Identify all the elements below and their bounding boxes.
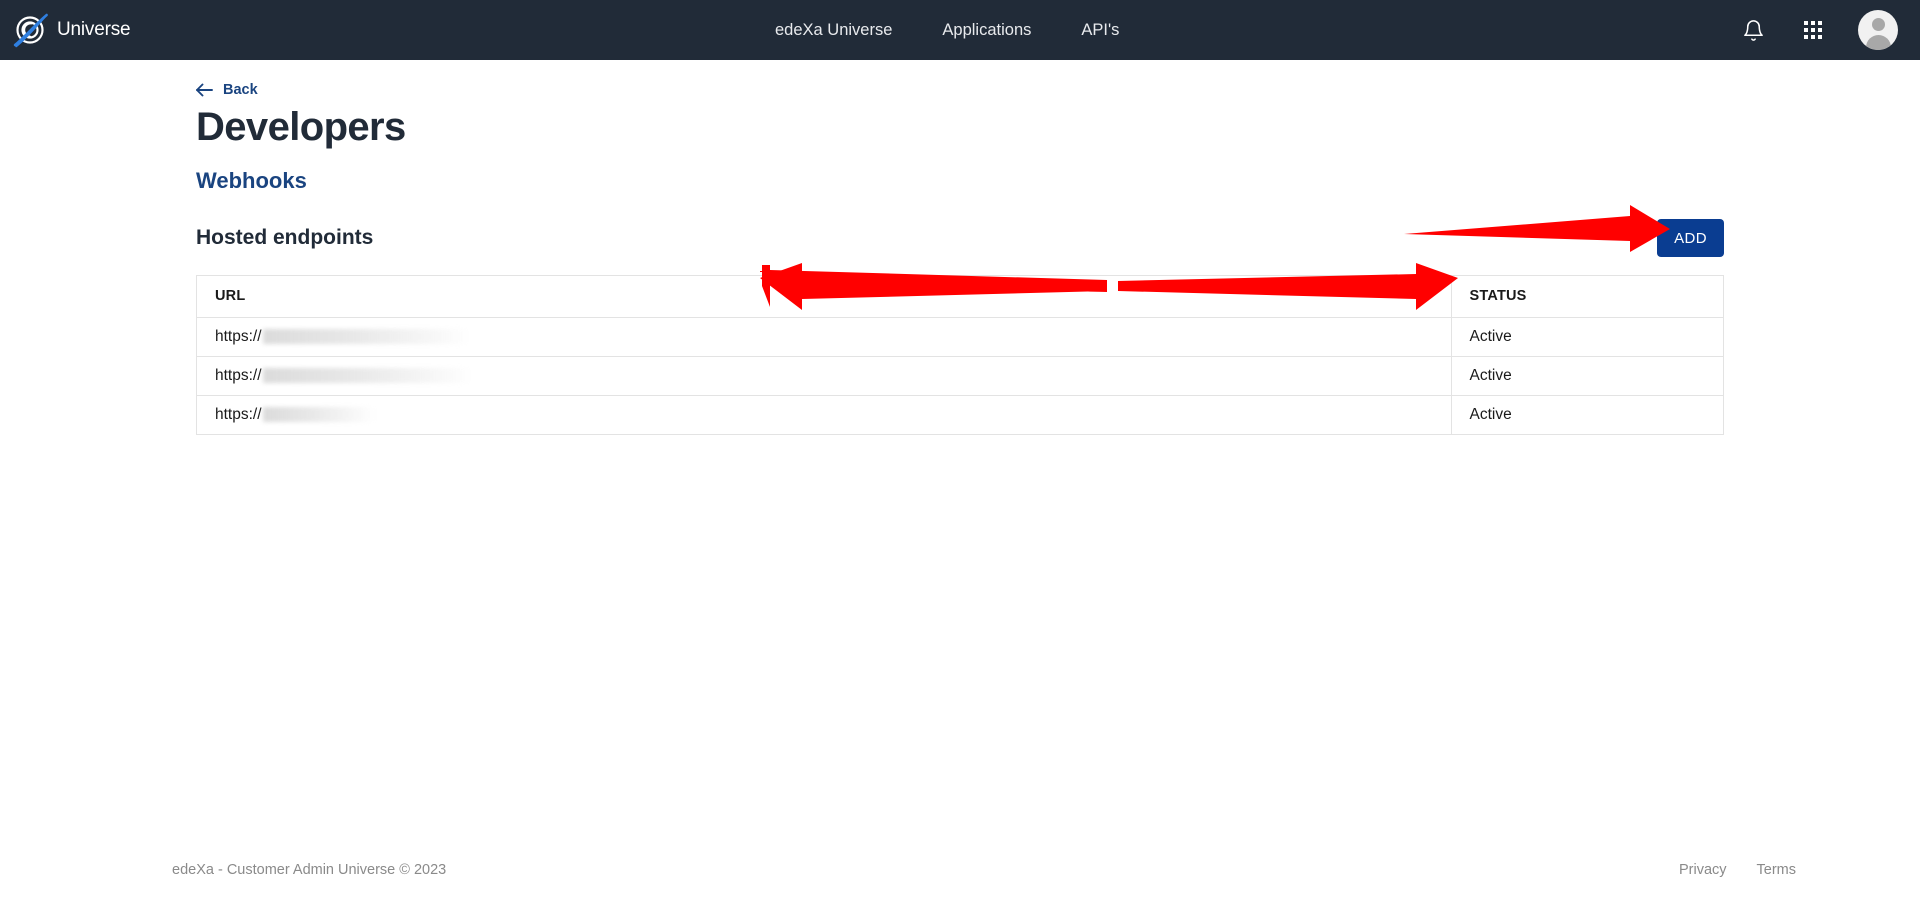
arrow-left-icon xyxy=(196,83,213,97)
cell-url: https:// xyxy=(197,317,1451,357)
back-link-label: Back xyxy=(223,82,258,98)
nav-right-actions xyxy=(1738,0,1898,60)
table-head: URL STATUS xyxy=(197,276,1723,318)
column-header-status: STATUS xyxy=(1450,276,1723,318)
url-prefix-text: https:// xyxy=(215,327,262,345)
nav-link-edexa-universe[interactable]: edeXa Universe xyxy=(775,21,892,40)
cell-status: Active xyxy=(1450,395,1723,434)
hosted-endpoints-header-row: Hosted endpoints ADD xyxy=(196,218,1724,258)
cell-url: https:// xyxy=(197,395,1451,434)
endpoints-table-container: URL STATUS https:// Active https:// Acti… xyxy=(196,275,1724,435)
nav-link-apis[interactable]: API's xyxy=(1081,21,1119,40)
table-body: https:// Active https:// Active https://… xyxy=(197,317,1723,434)
content-container: Back Developers Webhooks Hosted endpoint… xyxy=(196,82,1724,435)
apps-grid-icon xyxy=(1804,21,1822,39)
table-header-row: URL STATUS xyxy=(197,276,1723,318)
redacted-url-block xyxy=(262,329,468,344)
cell-status: Active xyxy=(1450,317,1723,357)
page-footer: edeXa - Customer Admin Universe © 2023 P… xyxy=(0,840,1920,900)
table-row[interactable]: https:// Active xyxy=(197,356,1723,396)
table-row[interactable]: https:// Active xyxy=(197,317,1723,357)
hosted-endpoints-heading: Hosted endpoints xyxy=(196,226,374,249)
page-title: Developers xyxy=(196,105,406,149)
cell-url: https:// xyxy=(197,356,1451,396)
footer-links: Privacy Terms xyxy=(1679,862,1796,878)
table-row[interactable]: https:// Active xyxy=(197,395,1723,434)
add-endpoint-button[interactable]: ADD xyxy=(1657,219,1724,257)
universe-logo-icon xyxy=(13,13,48,48)
top-navigation-bar: Universe edeXa Universe Applications API… xyxy=(0,0,1920,60)
page-body: Back Developers Webhooks Hosted endpoint… xyxy=(0,60,1920,900)
webhooks-section-link[interactable]: Webhooks xyxy=(196,168,307,194)
endpoints-table: URL STATUS https:// Active https:// Acti… xyxy=(197,276,1723,434)
primary-nav-links: edeXa Universe Applications API's xyxy=(775,0,1119,60)
notifications-button[interactable] xyxy=(1738,15,1768,45)
brand-logo-link[interactable]: Universe xyxy=(10,0,131,60)
footer-link-terms[interactable]: Terms xyxy=(1757,862,1796,878)
back-link[interactable]: Back xyxy=(196,82,258,98)
avatar-head-shape xyxy=(1871,18,1885,31)
bell-icon xyxy=(1743,19,1763,41)
avatar-body-shape xyxy=(1865,35,1891,50)
footer-copyright: edeXa - Customer Admin Universe © 2023 xyxy=(172,862,447,878)
redacted-url-block xyxy=(262,407,373,423)
nav-link-applications[interactable]: Applications xyxy=(942,21,1031,40)
footer-link-privacy[interactable]: Privacy xyxy=(1679,862,1727,878)
user-avatar-button[interactable] xyxy=(1858,10,1898,50)
brand-name-label: Universe xyxy=(57,19,131,40)
redacted-url-block xyxy=(262,368,470,383)
cell-status: Active xyxy=(1450,356,1723,396)
apps-launcher-button[interactable] xyxy=(1798,15,1828,45)
url-prefix-text: https:// xyxy=(215,366,262,384)
column-header-url: URL xyxy=(197,276,1451,318)
url-prefix-text: https:// xyxy=(215,405,262,423)
